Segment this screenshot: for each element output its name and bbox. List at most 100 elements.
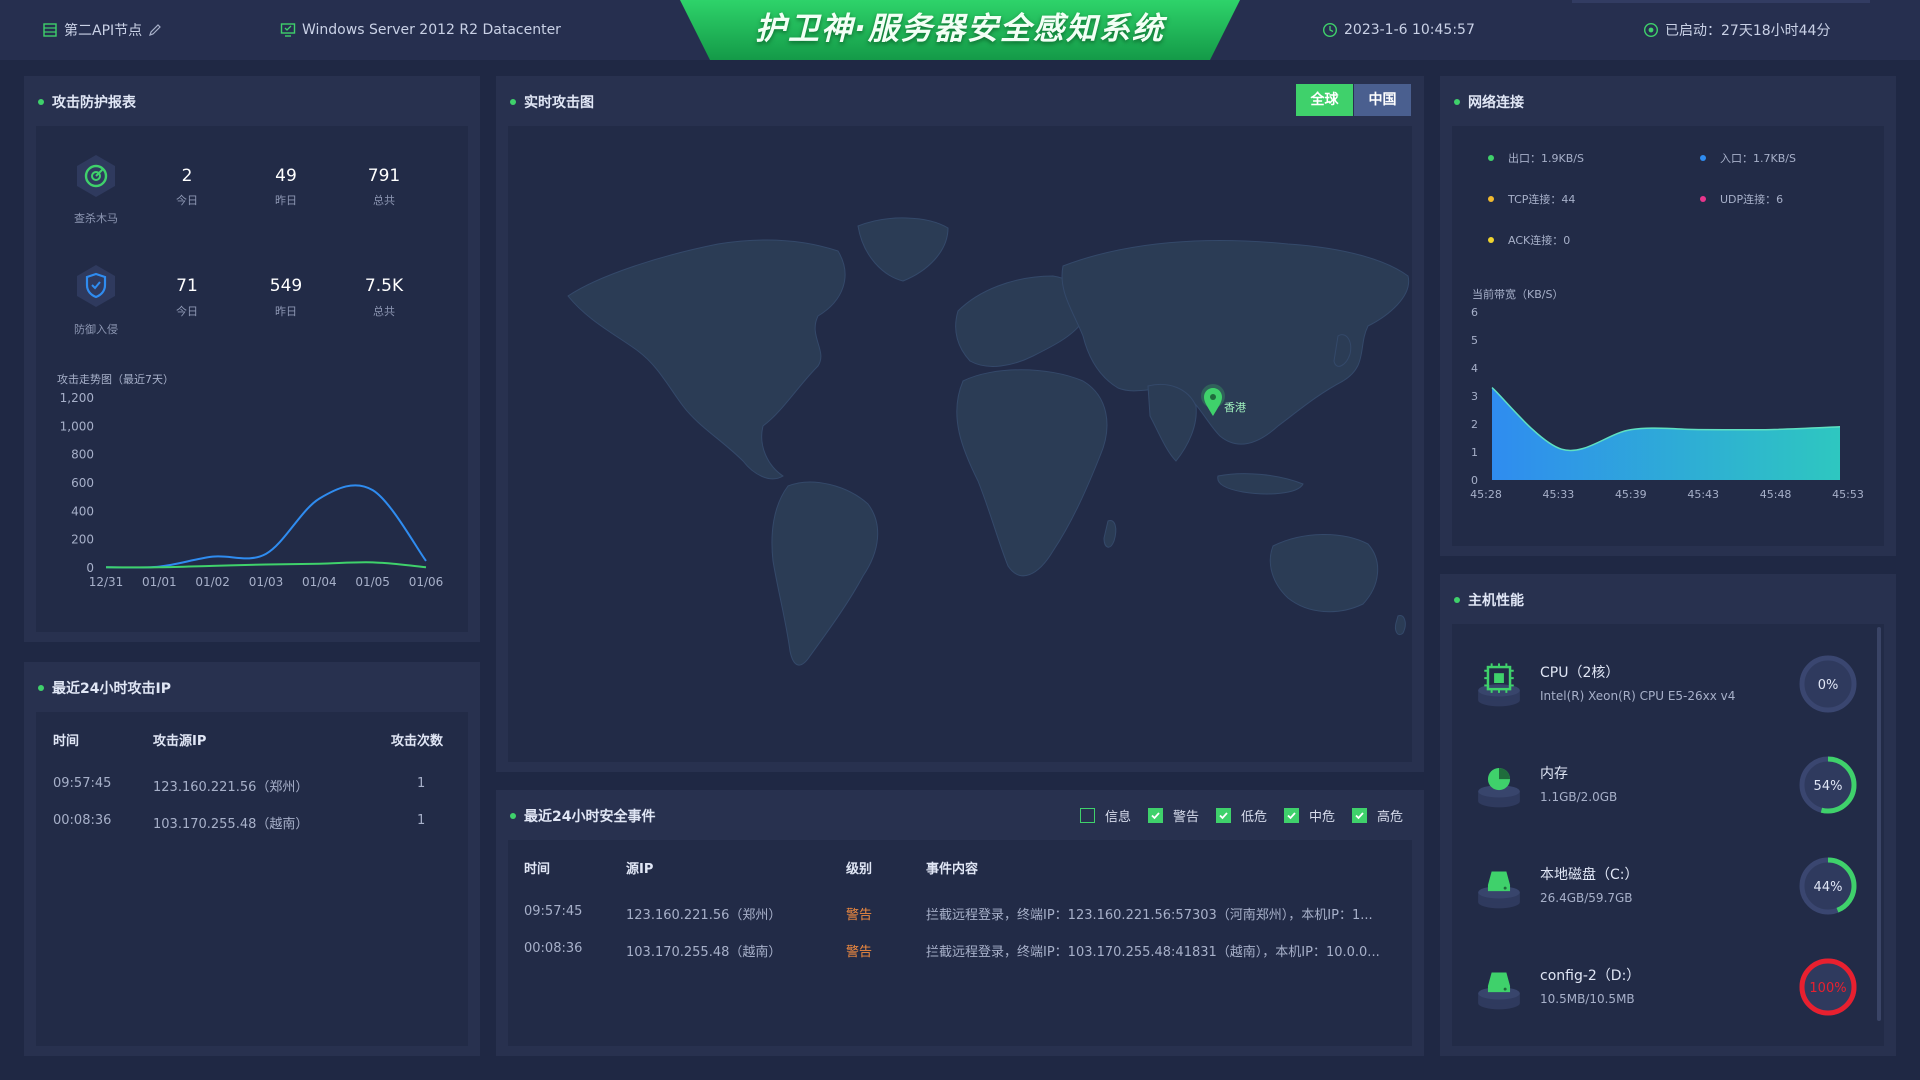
y-tick-label: 6: [1471, 306, 1478, 319]
filter-high[interactable]: 高危: [1352, 806, 1403, 825]
server-node-icon: [43, 23, 57, 37]
cell-source-ip: 103.170.255.48（越南）: [626, 945, 782, 960]
india-shape: [1147, 383, 1197, 462]
host-scrollbar[interactable]: [1877, 627, 1881, 1021]
perf-row: config-2（D:） 10.5MB/10.5MB 100%: [1452, 955, 1884, 1045]
x-tick-label: 45:53: [1832, 488, 1864, 501]
network-title-text: 网络连接: [1468, 95, 1524, 111]
uptime-text: 已启动：27天18小时44分: [1665, 23, 1831, 39]
tab-china[interactable]: 中国: [1354, 84, 1411, 116]
y-tick-label: 400: [71, 504, 94, 518]
stat-label: 今日: [176, 194, 198, 207]
filter-low[interactable]: 低危: [1216, 806, 1267, 825]
cell-ip: 123.160.221.56（郑州）: [153, 780, 309, 795]
filter-warning[interactable]: 警告: [1148, 806, 1199, 825]
network-panel-title: 网络连接: [1454, 92, 1524, 112]
legend-text: 入口：1.7KB/S: [1720, 152, 1796, 165]
checkbox-checked-icon[interactable]: [1216, 808, 1231, 823]
greenland-shape: [857, 217, 949, 282]
y-tick-label: 1,000: [60, 419, 94, 433]
stat-value: 7.5K: [364, 276, 404, 296]
title-dot: [38, 99, 44, 105]
legend-tcp: TCP连接：44: [1488, 191, 1575, 207]
filter-medium[interactable]: 中危: [1284, 806, 1335, 825]
x-tick-label: 01/04: [302, 575, 337, 589]
filter-info[interactable]: 信息: [1080, 806, 1131, 825]
header-accent-bar: [1572, 0, 1870, 3]
attack-map-panel: 实时攻击图 香港: [496, 76, 1424, 772]
perf-name: 内存: [1540, 766, 1568, 782]
x-tick-label: 45:39: [1615, 488, 1647, 501]
events-inner: 时间 源IP 级别 事件内容 09:57:45 123.160.221.56（郑…: [508, 840, 1412, 1046]
gauge-percent: 100%: [1809, 981, 1846, 996]
y-tick-label: 0: [86, 561, 94, 575]
legend-dot: [1488, 196, 1494, 202]
cell-count: 1: [417, 776, 426, 791]
protection-title-text: 攻击防护报表: [52, 95, 136, 111]
cell-time: 09:57:45: [53, 776, 112, 791]
x-tick-label: 01/05: [355, 575, 390, 589]
gauge-percent: 0%: [1818, 678, 1839, 693]
marker-label: 香港: [1224, 401, 1246, 414]
perf-detail: Intel(R) Xeon(R) CPU E5-26xx v4: [1540, 689, 1736, 703]
y-tick-label: 1,200: [60, 391, 94, 405]
perf-row: CPU（2核） Intel(R) Xeon(R) CPU E5-26xx v4 0%: [1452, 652, 1884, 742]
usage-gauge: 100%: [1799, 958, 1857, 1016]
checkbox-unchecked-icon[interactable]: [1080, 808, 1095, 823]
trojan-scan-icon: [77, 155, 115, 197]
recent-ip-panel: 最近24小时攻击IP 时间 攻击源IP 攻击次数 09:57:45 123.16…: [24, 662, 480, 1056]
legend-udp: UDP连接：6: [1700, 191, 1783, 207]
perf-name: 本地磁盘（C:）: [1540, 867, 1639, 883]
legend-text: TCP连接：44: [1508, 193, 1576, 206]
world-map[interactable]: 香港: [508, 126, 1412, 762]
cpu-icon: [1478, 663, 1520, 707]
y-tick-label: 4: [1471, 362, 1478, 375]
edit-pencil-icon[interactable]: [148, 23, 162, 37]
usage-gauge: 54%: [1799, 756, 1857, 814]
cell-content: 拦截远程登录，终端IP：123.160.221.56:57303（河南郑州），本…: [926, 908, 1373, 923]
perf-detail: 26.4GB/59.7GB: [1540, 891, 1633, 905]
south-america-shape: [771, 481, 879, 666]
attack-map-title-text: 实时攻击图: [524, 95, 594, 111]
os-text: Windows Server 2012 R2 Datacenter: [302, 22, 561, 38]
legend-dot: [1700, 196, 1706, 202]
madagascar-shape: [1103, 519, 1117, 548]
x-tick-label: 01/02: [195, 575, 230, 589]
stat-value: 71: [176, 276, 198, 296]
checkbox-checked-icon[interactable]: [1284, 808, 1299, 823]
col-header-time: 时间: [524, 862, 551, 877]
monitor-icon: [280, 23, 296, 37]
clock-icon: [1322, 22, 1338, 38]
cell-count: 1: [417, 813, 426, 828]
host-title-text: 主机性能: [1468, 593, 1524, 609]
tab-global[interactable]: 全球: [1296, 84, 1353, 116]
col-header-time: 时间: [53, 734, 80, 749]
cell-time: 00:08:36: [53, 813, 112, 828]
checkbox-checked-icon[interactable]: [1352, 808, 1367, 823]
title-dot: [38, 685, 44, 691]
filter-label: 低危: [1241, 810, 1268, 825]
x-tick-label: 01/01: [142, 575, 177, 589]
checkbox-checked-icon[interactable]: [1148, 808, 1163, 823]
host-panel: 主机性能 CPU（2核） Intel(R) Xeon(R) CPU E5-26xx…: [1440, 574, 1896, 1056]
series-line-0: [105, 484, 427, 569]
disk-icon: [1478, 972, 1520, 1010]
system-title: 护卫神·服务器安全感知系统: [755, 11, 1165, 47]
cell-source-ip: 123.160.221.56（郑州）: [626, 908, 782, 923]
legend-dot: [1488, 155, 1494, 161]
legend-text: ACK连接：0: [1508, 234, 1571, 247]
y-tick-label: 2: [1471, 418, 1478, 431]
australia-shape: [1269, 534, 1379, 613]
y-tick-label: 0: [1471, 474, 1478, 487]
title-dot: [510, 99, 516, 105]
uptime: 已启动：27天18小时44分: [1643, 20, 1830, 40]
stat-label: 昨日: [275, 194, 297, 207]
legend-text: UDP连接：6: [1720, 193, 1784, 206]
recent-ip-inner: 时间 攻击源IP 攻击次数 09:57:45 123.160.221.56（郑州…: [36, 712, 468, 1046]
x-tick-label: 01/03: [249, 575, 284, 589]
filter-label: 信息: [1105, 810, 1132, 825]
col-header-level: 级别: [846, 862, 873, 877]
node-name[interactable]: 第二API节点: [42, 20, 168, 40]
legend-outbound: 出口：1.9KB/S: [1488, 150, 1584, 166]
power-status-icon: [1643, 22, 1659, 38]
